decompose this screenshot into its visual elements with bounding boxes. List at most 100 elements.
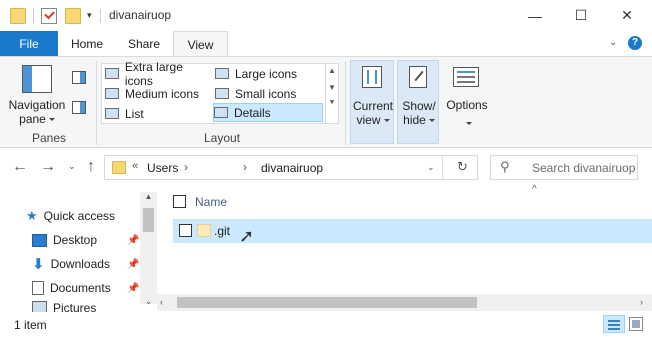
nav-item-pictures[interactable]: Pictures [32, 301, 142, 312]
options-label: Options [446, 98, 488, 112]
item-count: 1 item [14, 318, 47, 332]
details-view-icon[interactable] [603, 315, 625, 333]
search-icon: ⚲ [500, 159, 510, 174]
layout-gallery: Extra large icons Large icons Medium ico… [101, 60, 339, 124]
navigation-pane: ★ Quick access Desktop 📌 ⬇ Downloads 📌 D… [0, 186, 157, 312]
help-icon[interactable]: ? [628, 36, 642, 50]
layout-gallery-scroll[interactable]: ▲ ▼ ⯆ [325, 64, 338, 123]
preview-pane-icon[interactable] [72, 71, 86, 84]
recent-locations-icon[interactable]: ⌄ [68, 161, 76, 172]
medium-icons-icon [105, 88, 119, 99]
nav-item-label: Pictures [53, 301, 97, 312]
collapse-ribbon-icon[interactable]: ⌄ [609, 37, 617, 48]
details-icon [214, 107, 228, 118]
layout-large-icons[interactable]: Large icons [215, 64, 323, 83]
breadcrumb-users[interactable]: Users [147, 161, 178, 175]
nav-item-quick-access[interactable]: ★ Quick access [26, 205, 115, 227]
ribbon-tab-bar: File Home Share View ⌄ ? [0, 31, 652, 57]
pin-icon: 📌 [127, 259, 140, 270]
nav-item-documents[interactable]: Documents [32, 277, 142, 299]
details-pane-icon[interactable] [72, 101, 86, 114]
nav-item-label: Quick access [43, 209, 116, 223]
minimize-button[interactable]: — [512, 0, 558, 31]
show-hide-button[interactable]: Show/ hide [397, 60, 439, 144]
layout-group-label: Layout [204, 131, 241, 145]
overflow-icon[interactable]: « [132, 160, 138, 172]
search-box[interactable]: ⚲ Search divanairuop [490, 155, 638, 180]
chevron-down-icon [383, 119, 390, 123]
show-hide-label-2: hide [403, 113, 426, 127]
tab-share[interactable]: Share [118, 31, 170, 56]
show-hide-icon [409, 66, 427, 88]
new-folder-icon[interactable] [65, 8, 81, 24]
large-icons-icon [215, 68, 229, 79]
pictures-icon [32, 301, 47, 312]
navigation-pane-button[interactable]: Navigation pane [4, 98, 70, 126]
navigation-pane-label-2: pane [19, 112, 46, 126]
chevron-right-icon[interactable]: › [184, 160, 188, 174]
forward-arrow-icon[interactable]: → [40, 158, 56, 176]
star-icon: ★ [26, 208, 38, 223]
file-name[interactable]: .git [214, 224, 230, 238]
refresh-icon[interactable]: ↻ [457, 159, 468, 175]
divider [33, 9, 34, 23]
small-icons-icon [215, 88, 229, 99]
divider [100, 9, 101, 23]
navigation-pane-icon [22, 65, 52, 93]
layout-list[interactable]: List [105, 104, 213, 123]
layout-extra-large-icons[interactable]: Extra large icons [105, 60, 213, 88]
chevron-down-icon [466, 122, 472, 126]
scroll-up-icon[interactable]: ▲ [140, 192, 157, 206]
nav-item-downloads[interactable]: ⬇ Downloads [32, 253, 142, 275]
layout-item-label: List [125, 106, 144, 121]
row-checkbox[interactable] [179, 224, 192, 237]
panes-group-label: Panes [32, 131, 67, 145]
layout-small-icons[interactable]: Small icons [215, 84, 323, 103]
horizontal-scrollbar[interactable]: ‹ › [157, 294, 652, 311]
current-view-icon [362, 66, 382, 88]
options-icon [453, 67, 479, 87]
up-arrow-icon[interactable]: ↑ [87, 158, 95, 176]
scroll-right-icon[interactable]: › [640, 297, 643, 307]
file-list: ^ Name .git ➚ ‹ › [157, 184, 652, 312]
chevron-down-icon [48, 118, 55, 122]
pin-icon: 📌 [127, 235, 140, 246]
search-input[interactable]: Search divanairuop [532, 161, 635, 175]
options-button[interactable]: Options [442, 60, 492, 144]
folder-icon [10, 8, 26, 24]
chevron-right-icon[interactable]: › [243, 160, 247, 174]
document-icon [32, 281, 44, 295]
layout-medium-icons[interactable]: Medium icons [105, 84, 213, 103]
customize-qat-icon[interactable]: ▾ [87, 10, 92, 21]
divider [442, 156, 443, 179]
sort-indicator-icon: ^ [532, 184, 537, 195]
nav-item-label: Downloads [50, 257, 110, 271]
maximize-button[interactable]: ☐ [558, 0, 604, 31]
extra-large-icons-icon [105, 68, 119, 79]
tab-file[interactable]: File [0, 31, 58, 56]
nav-item-desktop[interactable]: Desktop [32, 229, 142, 251]
download-icon: ⬇ [32, 256, 45, 273]
scroll-left-icon[interactable]: ‹ [160, 297, 163, 307]
desktop-icon [32, 233, 47, 247]
nav-pane-scrollbar[interactable]: ▲ ⌄ [140, 192, 157, 307]
close-button[interactable]: ✕ [604, 0, 650, 31]
nav-item-label: Documents [50, 281, 111, 295]
column-header-name[interactable]: Name [195, 195, 227, 209]
address-bar[interactable]: « Users › › divanairuop ⌄ ↻ [104, 155, 478, 180]
tab-view[interactable]: View [173, 31, 228, 57]
properties-icon[interactable] [41, 8, 57, 24]
large-icons-view-icon[interactable] [629, 317, 643, 331]
current-view-button[interactable]: Current view [350, 60, 394, 144]
scroll-thumb[interactable] [143, 208, 154, 232]
scroll-thumb[interactable] [177, 297, 477, 308]
breadcrumb-current[interactable]: divanairuop [261, 161, 323, 175]
back-arrow-icon[interactable]: ← [12, 158, 28, 176]
address-dropdown-icon[interactable]: ⌄ [427, 162, 435, 173]
layout-item-label: Medium icons [125, 86, 200, 101]
scroll-down-icon[interactable]: ⌄ [140, 296, 157, 307]
table-row[interactable]: .git ➚ [173, 219, 652, 245]
layout-details[interactable]: Details [213, 103, 323, 122]
select-all-checkbox[interactable] [173, 195, 186, 208]
tab-home[interactable]: Home [62, 31, 112, 56]
